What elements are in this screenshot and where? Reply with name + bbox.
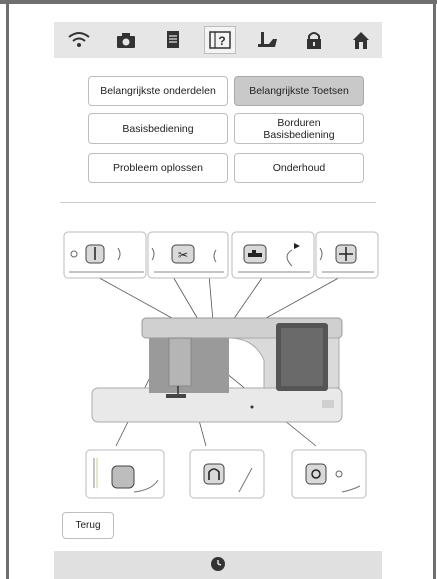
clock-icon[interactable] (210, 556, 226, 572)
callout-needle-position (63, 231, 147, 279)
troubleshooting-button[interactable]: Probleem oplossen (88, 153, 228, 183)
callout-reinforcement-stitch (291, 449, 367, 499)
sewing-machine-illustration (91, 317, 343, 423)
callout-reverse-stitch (189, 449, 265, 499)
svg-text:?: ? (218, 34, 225, 48)
frame-top (0, 0, 437, 4)
screen: ? Belangrijkste onderdelen Belangrijkste… (54, 22, 382, 579)
frame-left (6, 4, 9, 579)
embroidery-basic-line2: Basisbediening (263, 128, 335, 141)
wifi-icon[interactable] (64, 27, 94, 53)
maintenance-button[interactable]: Onderhoud (234, 153, 364, 183)
presser-foot-icon[interactable] (252, 27, 282, 53)
callout-needle-up-down (315, 231, 379, 279)
frame-right (433, 4, 436, 579)
callout-start-stop (85, 449, 165, 499)
camera-icon[interactable] (111, 27, 141, 53)
back-button[interactable]: Terug (62, 512, 114, 539)
lock-icon[interactable] (299, 27, 329, 53)
embroidery-basic-button[interactable]: Borduren Basisbediening (234, 113, 364, 144)
bottom-status-bar (54, 551, 382, 579)
top-toolbar: ? (54, 22, 382, 58)
document-icon[interactable] (158, 27, 188, 53)
svg-text:✂: ✂ (178, 248, 188, 262)
home-icon[interactable] (346, 27, 376, 53)
basic-operation-button[interactable]: Basisbediening (88, 113, 228, 144)
main-buttons-button[interactable]: Belangrijkste Toetsen (234, 76, 364, 106)
machine-diagram: ✂ (63, 231, 379, 499)
main-parts-button[interactable]: Belangrijkste onderdelen (88, 76, 228, 106)
help-icon[interactable]: ? (204, 26, 236, 54)
embroidery-basic-line1: Borduren (277, 116, 321, 129)
callout-thread-cutter: ✂ (147, 231, 229, 279)
callout-presser-foot-lifter (231, 231, 315, 279)
section-divider (60, 202, 376, 203)
